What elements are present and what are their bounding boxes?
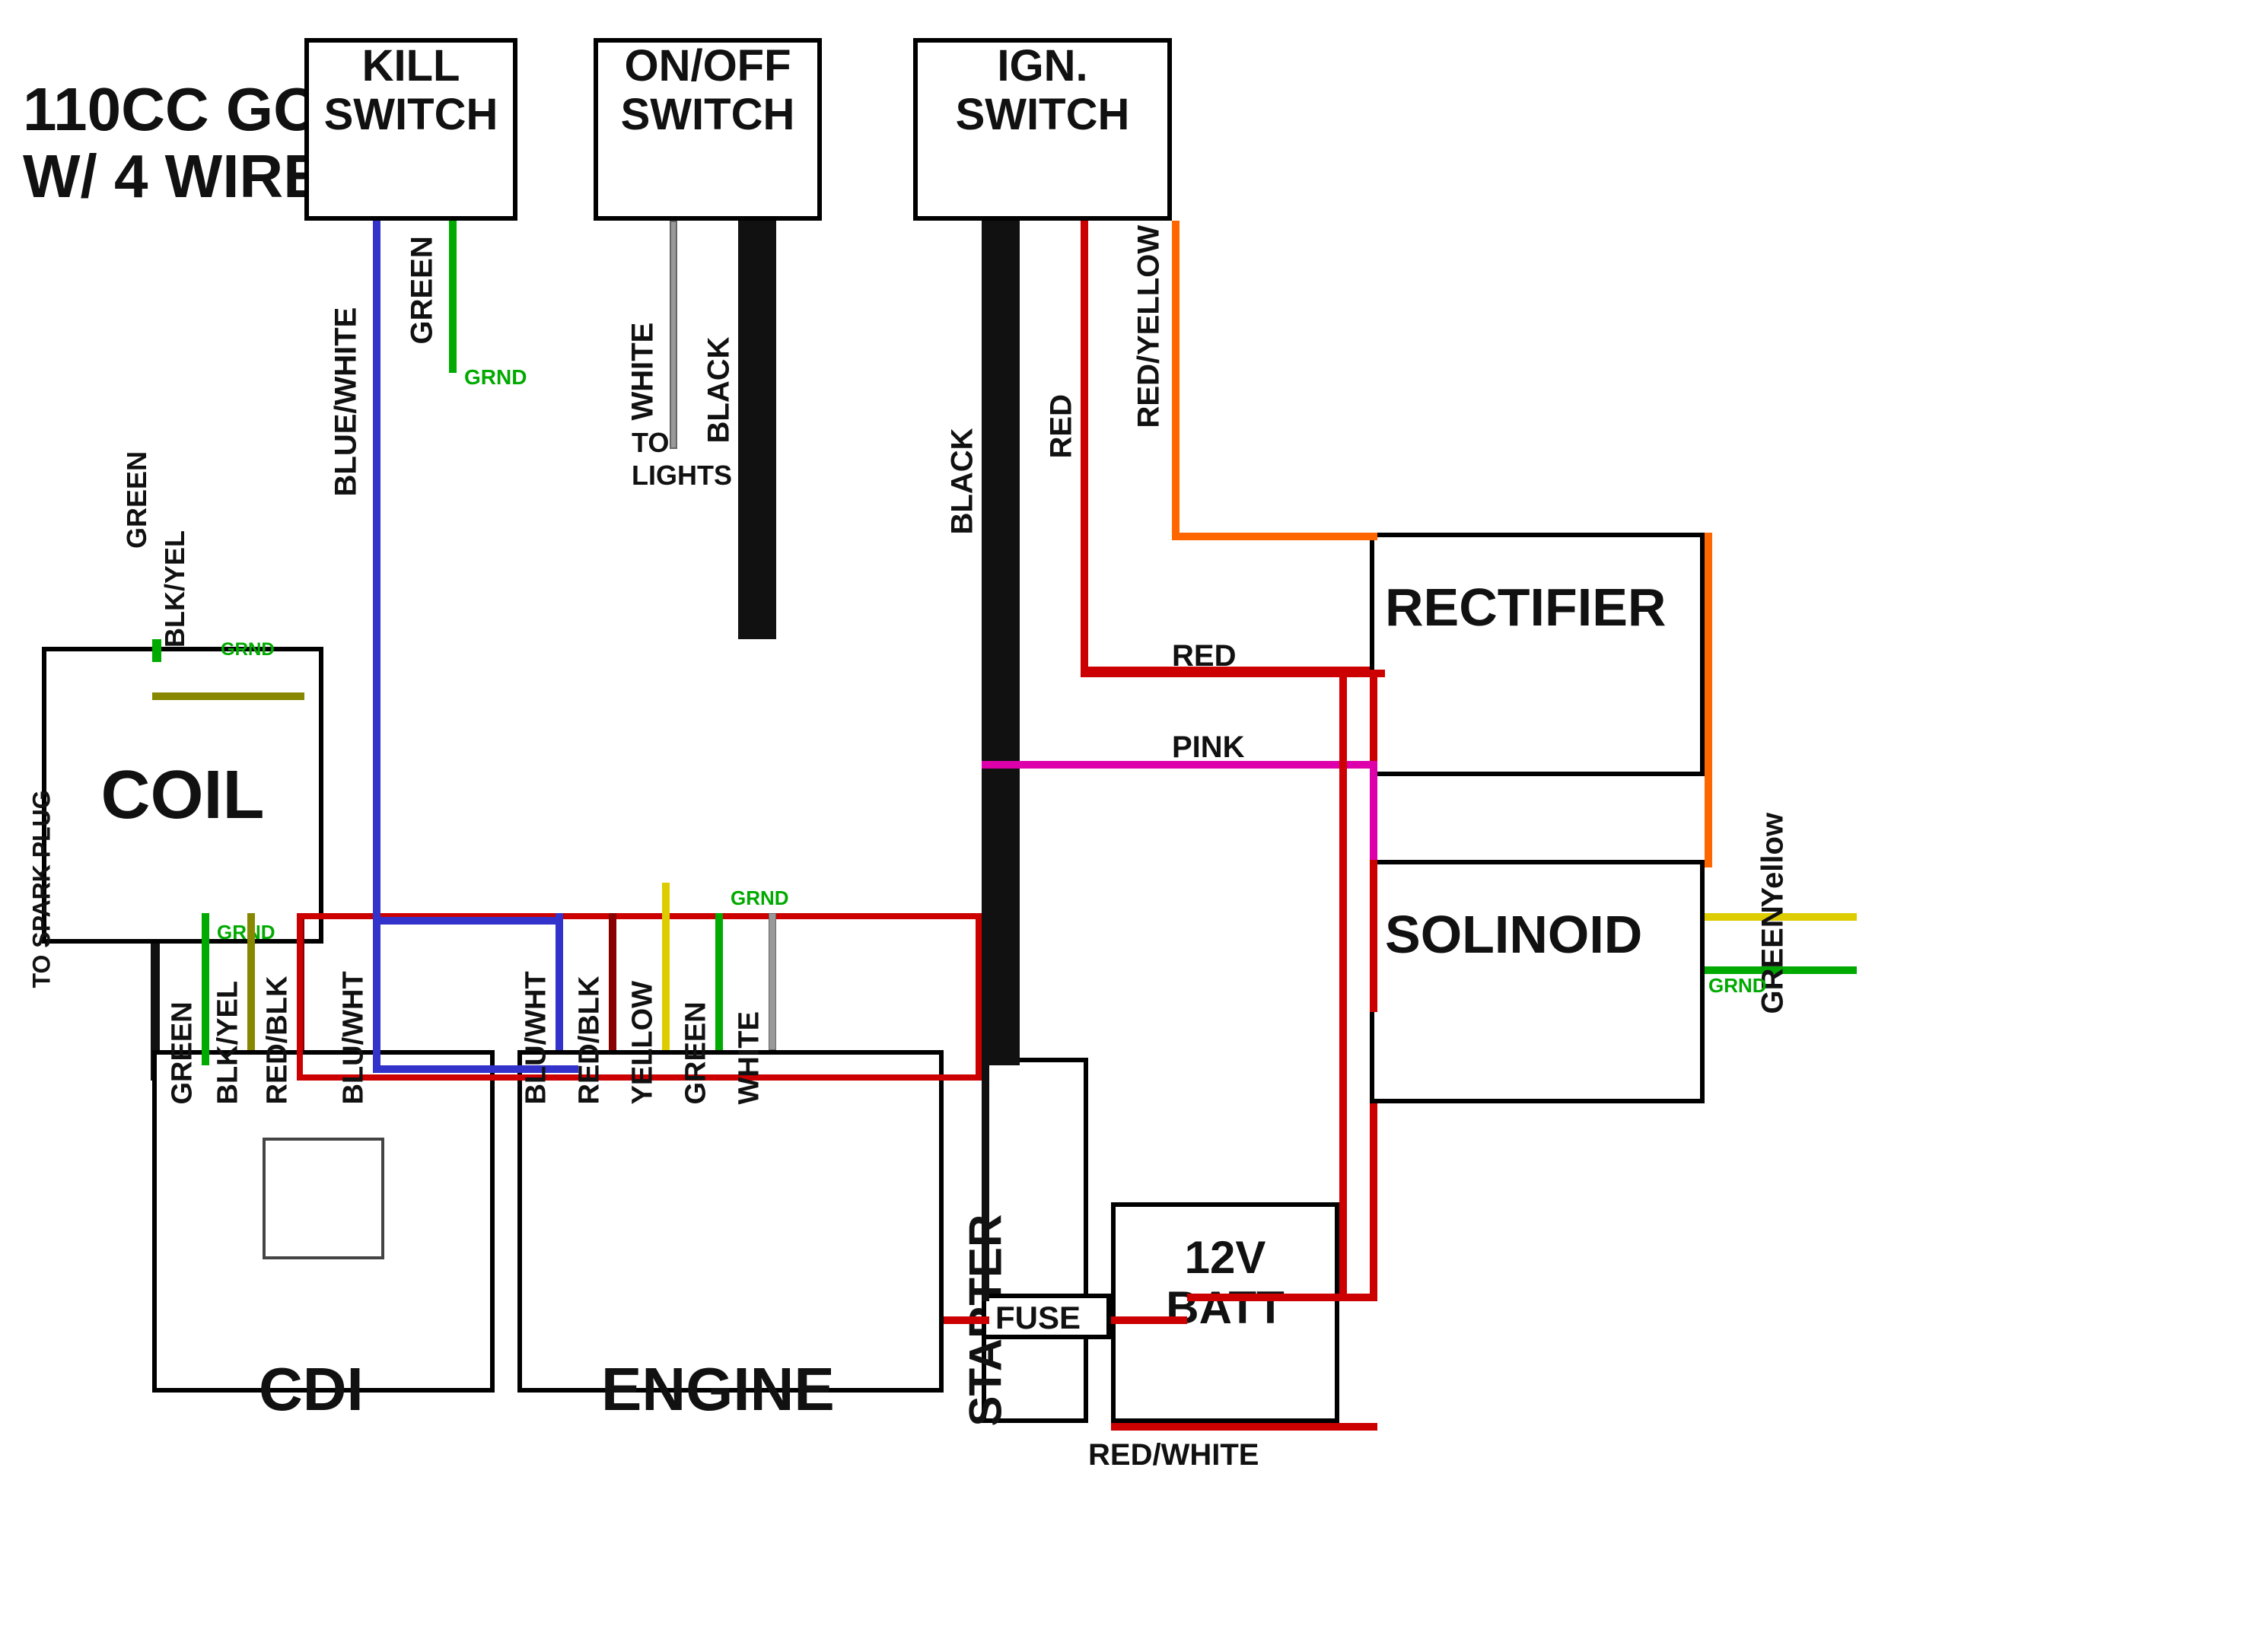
pink-wire-v [1370,761,1377,867]
red-white-label: RED/WHITE [1088,1438,1259,1472]
coil-blkyel-label: BLK/YEL [159,530,191,648]
on-off-switch-label: ON/OFFSWITCH [595,42,820,139]
kill-grnd-label: GRND [464,365,527,390]
black-onoff-wire [738,221,776,639]
solinoid-box [1370,860,1705,1103]
coil-box: COIL [42,647,323,944]
eng-yellow-wire-v [662,883,670,1050]
eng-yellow-label: YELLOW [627,981,660,1105]
eng-redblk-wire-v [609,913,616,1050]
black-onoff-label: BLACK [702,337,737,444]
fuse-right-wire [1111,1316,1187,1324]
eng-green-label: GREEN [680,1001,713,1104]
cdi-blkyel-wire-v [247,913,255,1050]
sol-batt-red-v [1370,1103,1377,1301]
white-label: WHITE [626,323,661,421]
eng-green-wire-v [715,913,723,1050]
solinoid-label: SOLINOID [1385,906,1642,964]
eng-white-wire-v [769,913,776,1050]
kill-switch-label: KILLSWITCH [306,42,516,139]
green-kill-label: GREEN [406,236,440,344]
cdi-green-wire-v [202,913,209,1065]
rect-yellow-v [1705,533,1712,867]
red-yellow-label: RED/YELLOW [1132,225,1167,428]
blue-white-label: BLUE/WHITE [330,307,364,497]
red-ign-label: RED [1045,394,1079,458]
cdi-box [152,1050,495,1393]
black-ign-label: BLACK [946,428,980,535]
sol-batt-red-h [1187,1294,1377,1301]
eng-redblk-label: RED/BLK [574,976,606,1105]
engine-label: ENGINE [601,1354,835,1424]
rectifier-box [1370,533,1705,776]
solinoid-yellow-label: Yellow [1756,813,1791,908]
eng-grnd-label: GRND [731,886,789,910]
rectifier-label: RECTIFIER [1385,578,1666,637]
cdi-bluwht-wire [373,913,380,1050]
rect-red-top [1081,670,1385,677]
ign-black-to-starter [982,1065,989,1301]
eng-white-label: WHITE [734,1011,766,1104]
cdi-blkyel-label: BLK/YEL [212,981,245,1105]
red-ign-wire-v [1081,221,1088,677]
eng-bluwht-label: BLU/WHT [521,971,553,1104]
pink-label: PINK [1172,731,1245,765]
red-battery-wire-v [1339,670,1347,1294]
cdi-green-grnd: GRND [217,921,275,944]
white-wire-v [670,221,677,449]
green-kill-wire [449,221,457,373]
ign-switch-label: IGN.SWITCH [915,42,1170,139]
eng-bluwht-wire-v [556,913,563,1050]
cdi-eng-blue-h [373,917,563,925]
cdi-label: CDI [259,1354,364,1424]
cdi-green-label: GREEN [167,1001,199,1104]
cdi-bluwht-label: BLU/WHT [338,971,371,1104]
fuse-label: FUSE [995,1300,1081,1336]
cdi-redblk-label: RED/BLK [262,976,294,1105]
coil-blkyel-wire [152,692,304,700]
solinoid-green-label: GREEN [1756,906,1791,1014]
solinoid-grnd: GRND [1708,974,1767,998]
rect-sol-red [1370,860,1377,1012]
red-rect-label: RED [1172,639,1236,673]
coil-grnd-label: GRND [221,639,275,660]
red-yellow-wire-h [1172,533,1377,540]
red-yellow-wire-v [1172,221,1180,540]
coil-label: COIL [101,756,265,835]
batt-red-white-wire [1111,1423,1377,1431]
black-ign-wire [982,221,1020,1065]
coil-green-label: GREEN [121,451,153,549]
to-spark-plug-label: TO SPARK PLUG [28,790,56,988]
fuse-left-wire [944,1316,989,1324]
wiring-diagram: 110CC GO KARTW/ 4 WIRE CDI COIL TO SPARK… [0,0,2254,1652]
